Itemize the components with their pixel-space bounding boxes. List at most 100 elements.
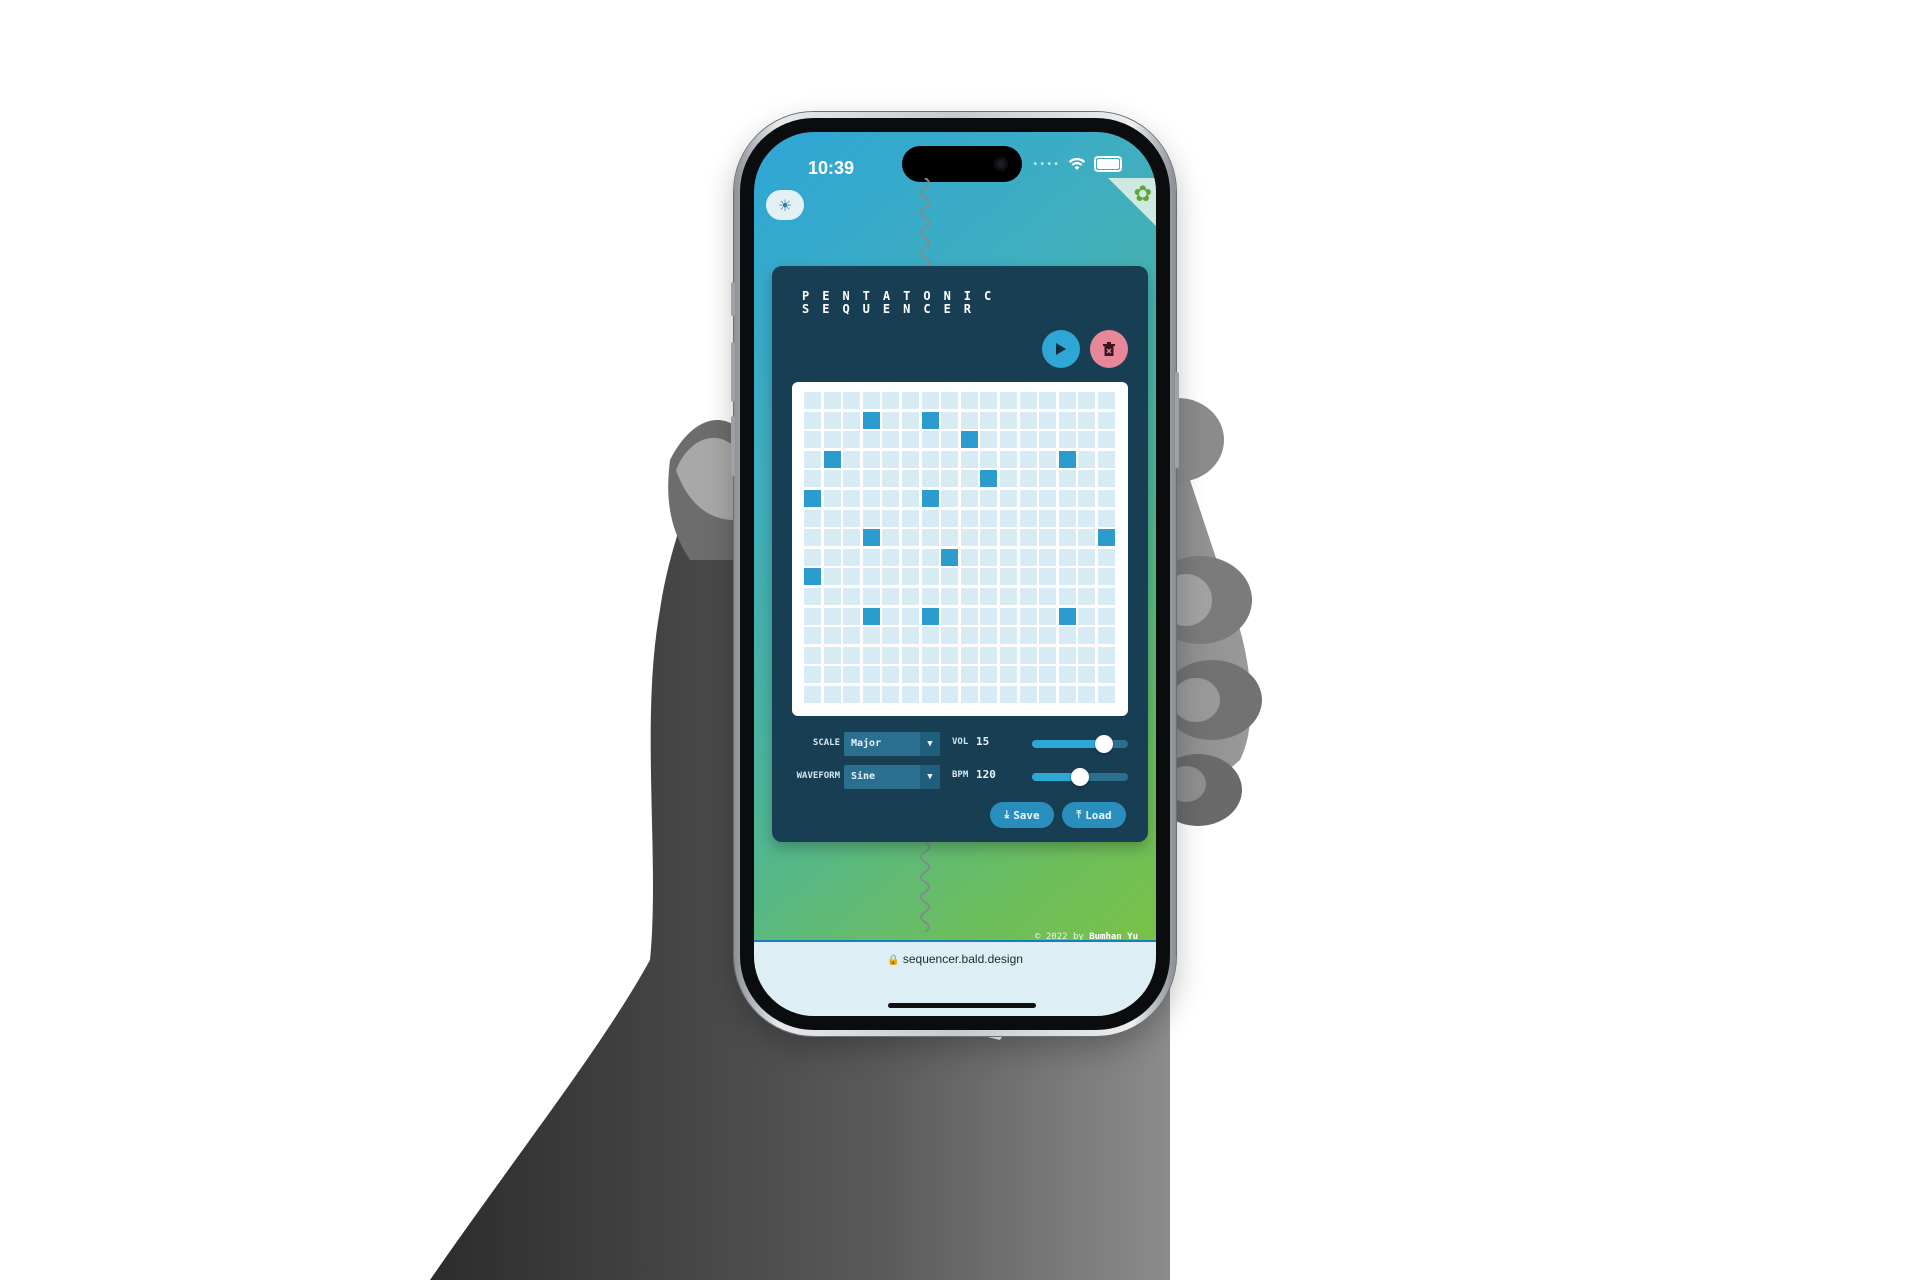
grid-cell[interactable] xyxy=(1039,431,1057,449)
grid-cell[interactable] xyxy=(960,686,978,703)
grid-cell-active[interactable] xyxy=(1058,607,1076,625)
grid-cell[interactable] xyxy=(980,646,998,664)
grid-cell[interactable] xyxy=(921,470,939,488)
scale-select[interactable]: Major ▼ xyxy=(844,732,940,756)
grid-cell[interactable] xyxy=(1000,666,1017,684)
grid-cell[interactable] xyxy=(921,529,939,547)
grid-cell[interactable] xyxy=(1098,646,1115,664)
bpm-slider-thumb[interactable] xyxy=(1071,768,1089,786)
grid-cell[interactable] xyxy=(823,568,841,586)
grid-cell[interactable] xyxy=(1000,588,1017,605)
grid-cell[interactable] xyxy=(804,411,821,429)
grid-cell[interactable] xyxy=(941,607,959,625)
grid-cell[interactable] xyxy=(960,666,978,684)
grid-cell[interactable] xyxy=(823,529,841,547)
grid-cell[interactable] xyxy=(1039,588,1057,605)
grid-cell[interactable] xyxy=(1019,470,1037,488)
grid-cell[interactable] xyxy=(1000,490,1017,507)
play-button[interactable] xyxy=(1042,330,1080,368)
grid-cell-active[interactable] xyxy=(921,411,939,429)
grid-cell[interactable] xyxy=(843,509,861,527)
grid-cell[interactable] xyxy=(1019,411,1037,429)
grid-cell[interactable] xyxy=(1078,431,1096,449)
grid-cell[interactable] xyxy=(1078,607,1096,625)
grid-cell[interactable] xyxy=(921,686,939,703)
grid-cell[interactable] xyxy=(1019,450,1037,468)
grid-cell[interactable] xyxy=(1039,607,1057,625)
grid-cell[interactable] xyxy=(843,686,861,703)
grid-cell[interactable] xyxy=(1058,470,1076,488)
grid-cell[interactable] xyxy=(1039,686,1057,703)
grid-cell[interactable] xyxy=(882,450,900,468)
grid-cell[interactable] xyxy=(902,666,919,684)
grid-cell[interactable] xyxy=(960,588,978,605)
grid-cell[interactable] xyxy=(1039,529,1057,547)
grid-cell[interactable] xyxy=(1019,490,1037,507)
grid-cell[interactable] xyxy=(843,646,861,664)
grid-cell[interactable] xyxy=(921,450,939,468)
grid-cell-active[interactable] xyxy=(1098,529,1115,547)
grid-cell[interactable] xyxy=(1078,686,1096,703)
grid-cell[interactable] xyxy=(1058,568,1076,586)
grid-cell[interactable] xyxy=(902,607,919,625)
grid-cell[interactable] xyxy=(843,666,861,684)
grid-cell-active[interactable] xyxy=(862,529,880,547)
grid-cell[interactable] xyxy=(960,646,978,664)
grid-cell[interactable] xyxy=(1000,450,1017,468)
grid-cell[interactable] xyxy=(1078,548,1096,566)
grid-cell[interactable] xyxy=(882,490,900,507)
grid-cell[interactable] xyxy=(862,490,880,507)
grid-cell[interactable] xyxy=(862,686,880,703)
grid-cell[interactable] xyxy=(843,568,861,586)
grid-cell[interactable] xyxy=(960,627,978,645)
grid-cell[interactable] xyxy=(862,509,880,527)
grid-cell[interactable] xyxy=(960,392,978,409)
grid-cell[interactable] xyxy=(1058,529,1076,547)
grid-cell[interactable] xyxy=(980,431,998,449)
grid-cell[interactable] xyxy=(980,392,998,409)
grid-cell[interactable] xyxy=(1039,568,1057,586)
home-indicator[interactable] xyxy=(888,1003,1036,1008)
grid-cell[interactable] xyxy=(1039,450,1057,468)
grid-cell[interactable] xyxy=(823,588,841,605)
grid-cell[interactable] xyxy=(882,431,900,449)
grid-cell[interactable] xyxy=(980,607,998,625)
grid-cell[interactable] xyxy=(1078,666,1096,684)
grid-cell[interactable] xyxy=(902,529,919,547)
grid-cell[interactable] xyxy=(1098,666,1115,684)
grid-cell[interactable] xyxy=(1058,646,1076,664)
load-button[interactable]: ⤒ Load xyxy=(1062,802,1126,828)
grid-cell[interactable] xyxy=(843,450,861,468)
grid-cell[interactable] xyxy=(1058,548,1076,566)
grid-cell[interactable] xyxy=(1058,392,1076,409)
grid-cell[interactable] xyxy=(902,646,919,664)
grid-cell[interactable] xyxy=(921,646,939,664)
grid-cell[interactable] xyxy=(960,470,978,488)
grid-cell[interactable] xyxy=(902,686,919,703)
grid-cell-active[interactable] xyxy=(921,490,939,507)
grid-cell[interactable] xyxy=(902,411,919,429)
grid-cell[interactable] xyxy=(804,470,821,488)
grid-cell[interactable] xyxy=(960,548,978,566)
grid-cell-active[interactable] xyxy=(862,411,880,429)
grid-cell[interactable] xyxy=(804,686,821,703)
grid-cell-active[interactable] xyxy=(804,490,821,507)
grid-cell[interactable] xyxy=(980,666,998,684)
grid-cell[interactable] xyxy=(882,666,900,684)
grid-cell[interactable] xyxy=(980,686,998,703)
grid-cell[interactable] xyxy=(1019,607,1037,625)
grid-cell[interactable] xyxy=(960,490,978,507)
grid-cell[interactable] xyxy=(941,509,959,527)
grid-cell[interactable] xyxy=(1000,568,1017,586)
grid-cell[interactable] xyxy=(882,509,900,527)
grid-cell[interactable] xyxy=(1039,411,1057,429)
github-cat-icon[interactable]: ✿ xyxy=(1134,182,1152,207)
grid-cell[interactable] xyxy=(921,392,939,409)
grid-cell[interactable] xyxy=(980,450,998,468)
grid-cell[interactable] xyxy=(882,548,900,566)
grid-cell[interactable] xyxy=(960,411,978,429)
grid-cell-active[interactable] xyxy=(862,607,880,625)
grid-cell[interactable] xyxy=(902,392,919,409)
grid-cell[interactable] xyxy=(1039,490,1057,507)
grid-cell[interactable] xyxy=(804,548,821,566)
